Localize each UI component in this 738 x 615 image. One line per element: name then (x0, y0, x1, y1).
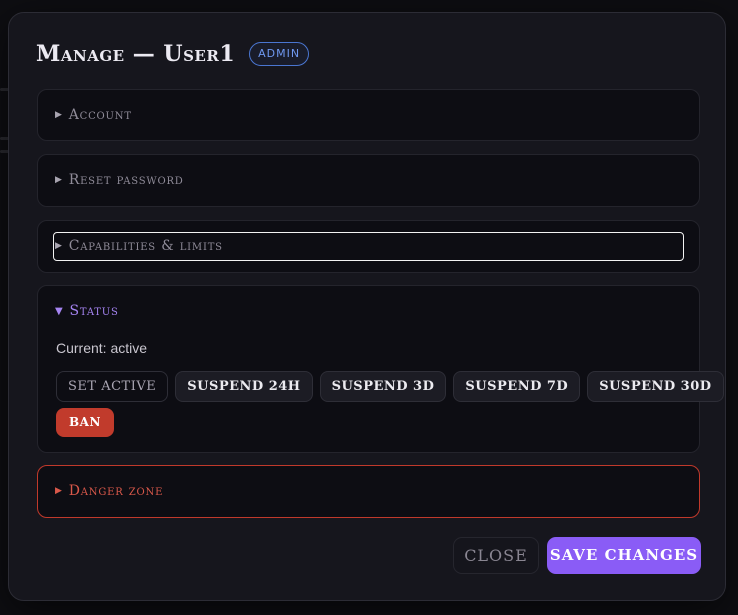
suspend-7d-button[interactable]: SUSPEND 7D (453, 371, 581, 402)
modal-title: Manage — User1 (36, 41, 236, 67)
caret-down-icon: ▼ (55, 305, 64, 317)
caret-right-icon: ▶ (55, 241, 63, 251)
section-reset-password-toggle[interactable]: ▶ Reset password (55, 172, 184, 188)
caret-right-icon: ▶ (55, 175, 63, 185)
suspend-3d-button[interactable]: SUSPEND 3D (319, 371, 447, 402)
section-reset-password: ▶ Reset password (37, 154, 700, 207)
section-danger-zone: ▶ Danger zone (37, 465, 700, 518)
caret-right-icon: ▶ (55, 110, 63, 120)
suspend-30d-button[interactable]: SUSPEND 30D (587, 371, 724, 402)
section-status: ▼ Status Current: active SET ACTIVE SUSP… (37, 285, 724, 453)
ban-button[interactable]: BAN (56, 408, 114, 437)
close-button[interactable]: CLOSE (453, 537, 539, 574)
section-account-label: Account (68, 107, 132, 123)
section-status-label: Status (69, 303, 119, 319)
current-status-text: Current: active (56, 340, 148, 356)
status-actions: SET ACTIVE SUSPEND 24H SUSPEND 3D SUSPEN… (56, 371, 724, 402)
caret-right-icon: ▶ (55, 486, 63, 496)
section-danger-zone-toggle[interactable]: ▶ Danger zone (55, 483, 163, 499)
manage-user-modal: Manage — User1 ADMIN ▶ Account ▶ Reset p… (8, 12, 726, 601)
save-changes-button[interactable]: SAVE CHANGES (547, 537, 701, 574)
section-status-toggle[interactable]: ▼ Status (55, 303, 119, 319)
section-capabilities-label: Capabilities & limits (68, 238, 223, 254)
section-reset-password-label: Reset password (68, 172, 184, 188)
section-capabilities: ▶ Capabilities & limits (37, 220, 700, 273)
section-capabilities-toggle[interactable]: ▶ Capabilities & limits (55, 238, 223, 254)
modal-header: Manage — User1 ADMIN (36, 41, 310, 67)
role-badge: ADMIN (249, 42, 310, 66)
section-account-toggle[interactable]: ▶ Account (55, 107, 132, 123)
set-active-button[interactable]: SET ACTIVE (56, 371, 169, 402)
section-account: ▶ Account (37, 89, 700, 141)
suspend-24h-button[interactable]: SUSPEND 24H (175, 371, 313, 402)
section-danger-zone-label: Danger zone (68, 483, 164, 499)
